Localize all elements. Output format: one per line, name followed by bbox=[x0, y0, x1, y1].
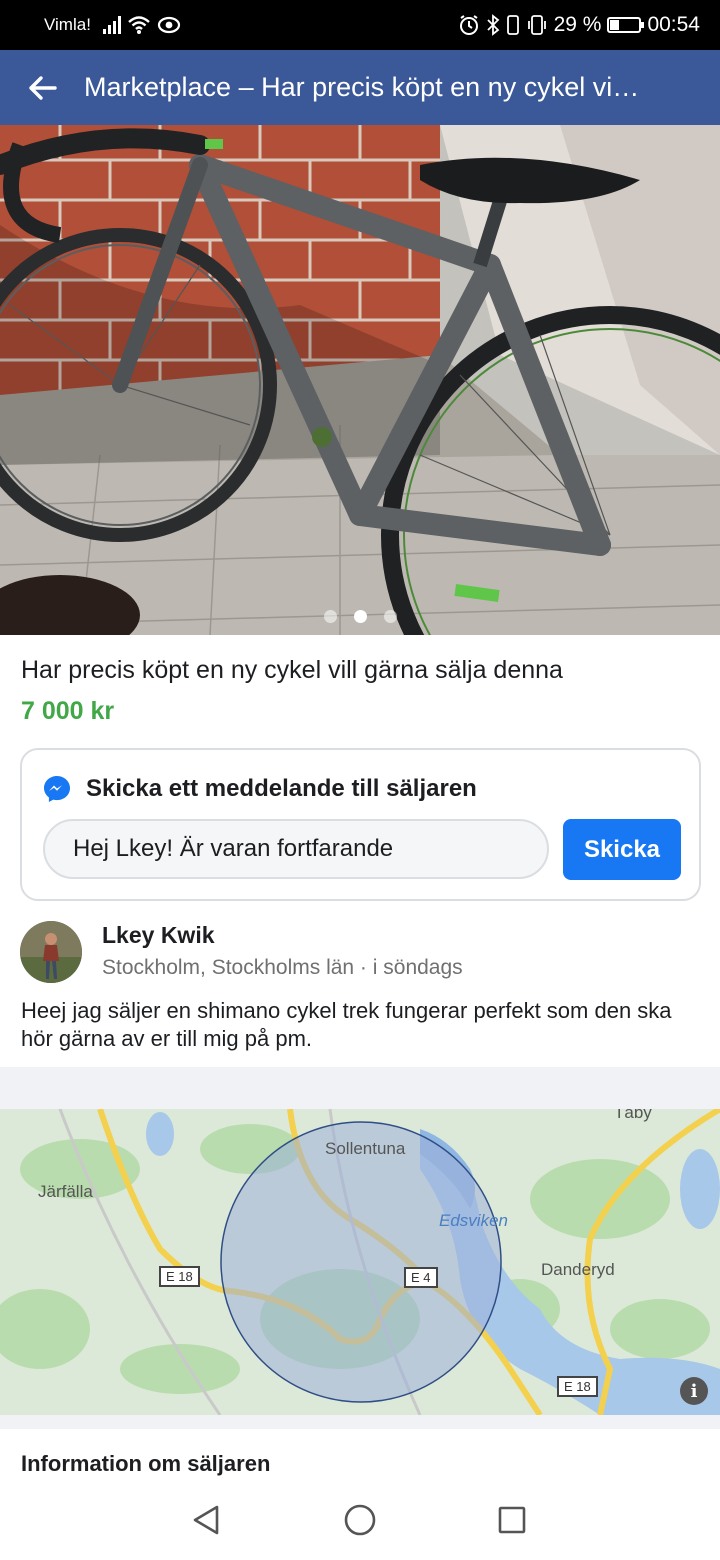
pagination-dot-active[interactable] bbox=[353, 610, 367, 623]
nav-home-button[interactable] bbox=[342, 1502, 378, 1538]
road-shield-e18-west: E 18 bbox=[159, 1266, 200, 1287]
messenger-icon bbox=[44, 776, 70, 802]
circle-home-icon bbox=[344, 1504, 376, 1536]
arrow-left-icon bbox=[29, 75, 57, 100]
map-label-sollentuna: Sollentuna bbox=[325, 1139, 406, 1158]
eye-icon bbox=[157, 16, 181, 34]
road-shield-e18-east: E 18 bbox=[557, 1376, 598, 1397]
message-seller-card: Skicka ett meddelande till säljaren Hej … bbox=[20, 748, 701, 901]
bluetooth-icon bbox=[486, 14, 499, 36]
alarm-icon bbox=[459, 15, 478, 35]
listing-photo[interactable] bbox=[0, 125, 720, 635]
seller-location-time: Stockholm, Stockholms län · i söndags bbox=[102, 956, 463, 979]
road-shield-e4: E 4 bbox=[404, 1267, 438, 1288]
nav-back-button[interactable] bbox=[188, 1502, 224, 1538]
map-label-taby: Täby bbox=[614, 1109, 652, 1122]
battery-icon bbox=[607, 17, 645, 33]
map-label-jarfalla: Järfälla bbox=[38, 1182, 93, 1201]
send-button[interactable]: Skicka bbox=[563, 819, 681, 880]
bike-photo bbox=[0, 125, 720, 635]
listing-description: Heej jag säljer en shimano cykel trek fu… bbox=[21, 998, 672, 1051]
carrier-label: Vimla! bbox=[44, 15, 91, 34]
status-bar: Vimla! 29 % 00:54 bbox=[0, 0, 720, 50]
listing-title: Har precis köpt en ny cykel vill gärna s… bbox=[21, 656, 563, 684]
location-map[interactable]: Täby Sollentuna Järfälla Edsviken Dander… bbox=[0, 1109, 720, 1415]
wifi-icon bbox=[128, 16, 150, 34]
map-label-edsviken: Edsviken bbox=[439, 1211, 508, 1230]
clock: 00:54 bbox=[647, 13, 700, 36]
nav-recents-button[interactable] bbox=[494, 1502, 530, 1538]
signal-icon bbox=[102, 16, 121, 34]
battery-percent: 29 % bbox=[553, 13, 602, 36]
photo-pagination bbox=[0, 610, 720, 623]
seller-info-heading: Information om säljaren bbox=[21, 1451, 271, 1476]
map-label-danderyd: Danderyd bbox=[541, 1260, 615, 1279]
pagination-dot[interactable] bbox=[383, 610, 397, 623]
system-nav-bar bbox=[0, 1480, 720, 1560]
triangle-back-icon bbox=[193, 1505, 219, 1535]
message-input[interactable]: Hej Lkey! Är varan fortfarande bbox=[43, 819, 549, 879]
section-divider bbox=[0, 1415, 720, 1429]
listing-price: 7 000 kr bbox=[21, 697, 115, 725]
map-info-icon[interactable]: i bbox=[680, 1377, 708, 1405]
app-bar: Marketplace – Har precis köpt en ny cyke… bbox=[0, 50, 720, 125]
seller-name[interactable]: Lkey Kwik bbox=[102, 922, 215, 949]
pagination-dot[interactable] bbox=[323, 610, 337, 623]
section-divider bbox=[0, 1067, 720, 1109]
back-button[interactable] bbox=[0, 50, 84, 125]
page-title: Marketplace – Har precis köpt en ny cyke… bbox=[84, 72, 640, 102]
nfc-icon bbox=[506, 15, 519, 35]
square-recents-icon bbox=[498, 1506, 526, 1534]
seller-avatar[interactable] bbox=[20, 921, 82, 983]
vibrate-icon bbox=[527, 15, 546, 35]
message-card-heading: Skicka ett meddelande till säljaren bbox=[86, 775, 477, 802]
